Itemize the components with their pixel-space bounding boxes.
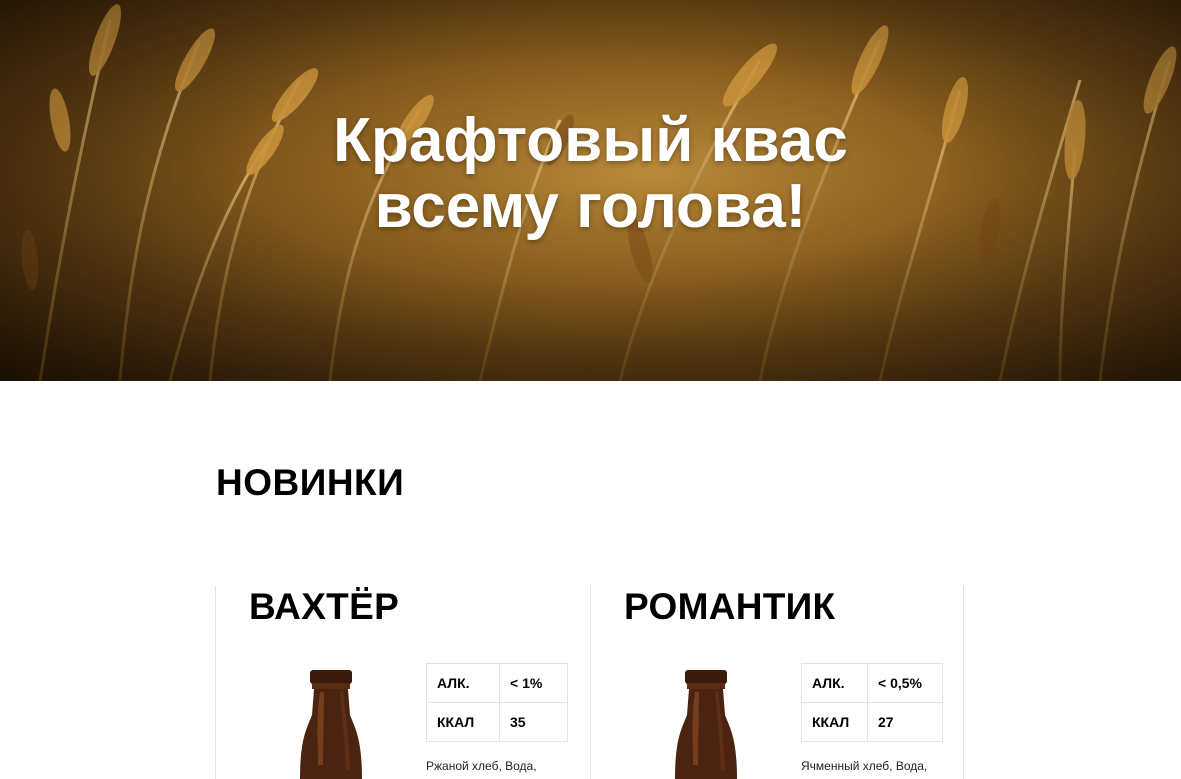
spec-label: ККАЛ [426, 702, 500, 742]
spec-row: ККАЛ 35 [426, 702, 568, 742]
hero-title-line1: Крафтовый квас [333, 106, 848, 175]
spec-value: 27 [867, 702, 943, 742]
bottle-image [300, 670, 362, 779]
hero-banner: Крафтовый квас всему голова! [0, 0, 1181, 381]
specs-table: АЛК. < 0,5% ККАЛ 27 [801, 663, 943, 742]
page: Крафтовый квас всему голова! НОВИНКИ ВАХ… [0, 0, 1181, 779]
hero-title: Крафтовый квас всему голова! [0, 108, 1181, 240]
spec-value: 35 [499, 702, 568, 742]
section-title: НОВИНКИ [216, 462, 405, 503]
hero-title-line2: всему голова! [374, 172, 807, 241]
specs-table: АЛК. < 1% ККАЛ 35 [426, 663, 568, 742]
spec-row: АЛК. < 0,5% [801, 663, 943, 703]
ingredients-text: Ржаной хлеб, Вода, [426, 759, 537, 773]
spec-row: АЛК. < 1% [426, 663, 568, 703]
spec-label: АЛК. [426, 663, 500, 703]
bottle-image [675, 670, 737, 779]
spec-row: ККАЛ 27 [801, 702, 943, 742]
spec-value: < 1% [499, 663, 568, 703]
spec-value: < 0,5% [867, 663, 943, 703]
product-card[interactable]: ВАХТЁР АЛК. < 1% ККАЛ 35 Ржаной хлеб, Во… [215, 586, 589, 779]
product-name[interactable]: РОМАНТИК [624, 586, 835, 628]
spec-label: АЛК. [801, 663, 868, 703]
product-card[interactable]: РОМАНТИК АЛК. < 0,5% ККАЛ 27 Ячменный хл… [590, 586, 964, 779]
product-name[interactable]: ВАХТЁР [249, 586, 399, 628]
spec-label: ККАЛ [801, 702, 868, 742]
ingredients-text: Ячменный хлеб, Вода, [801, 759, 928, 773]
